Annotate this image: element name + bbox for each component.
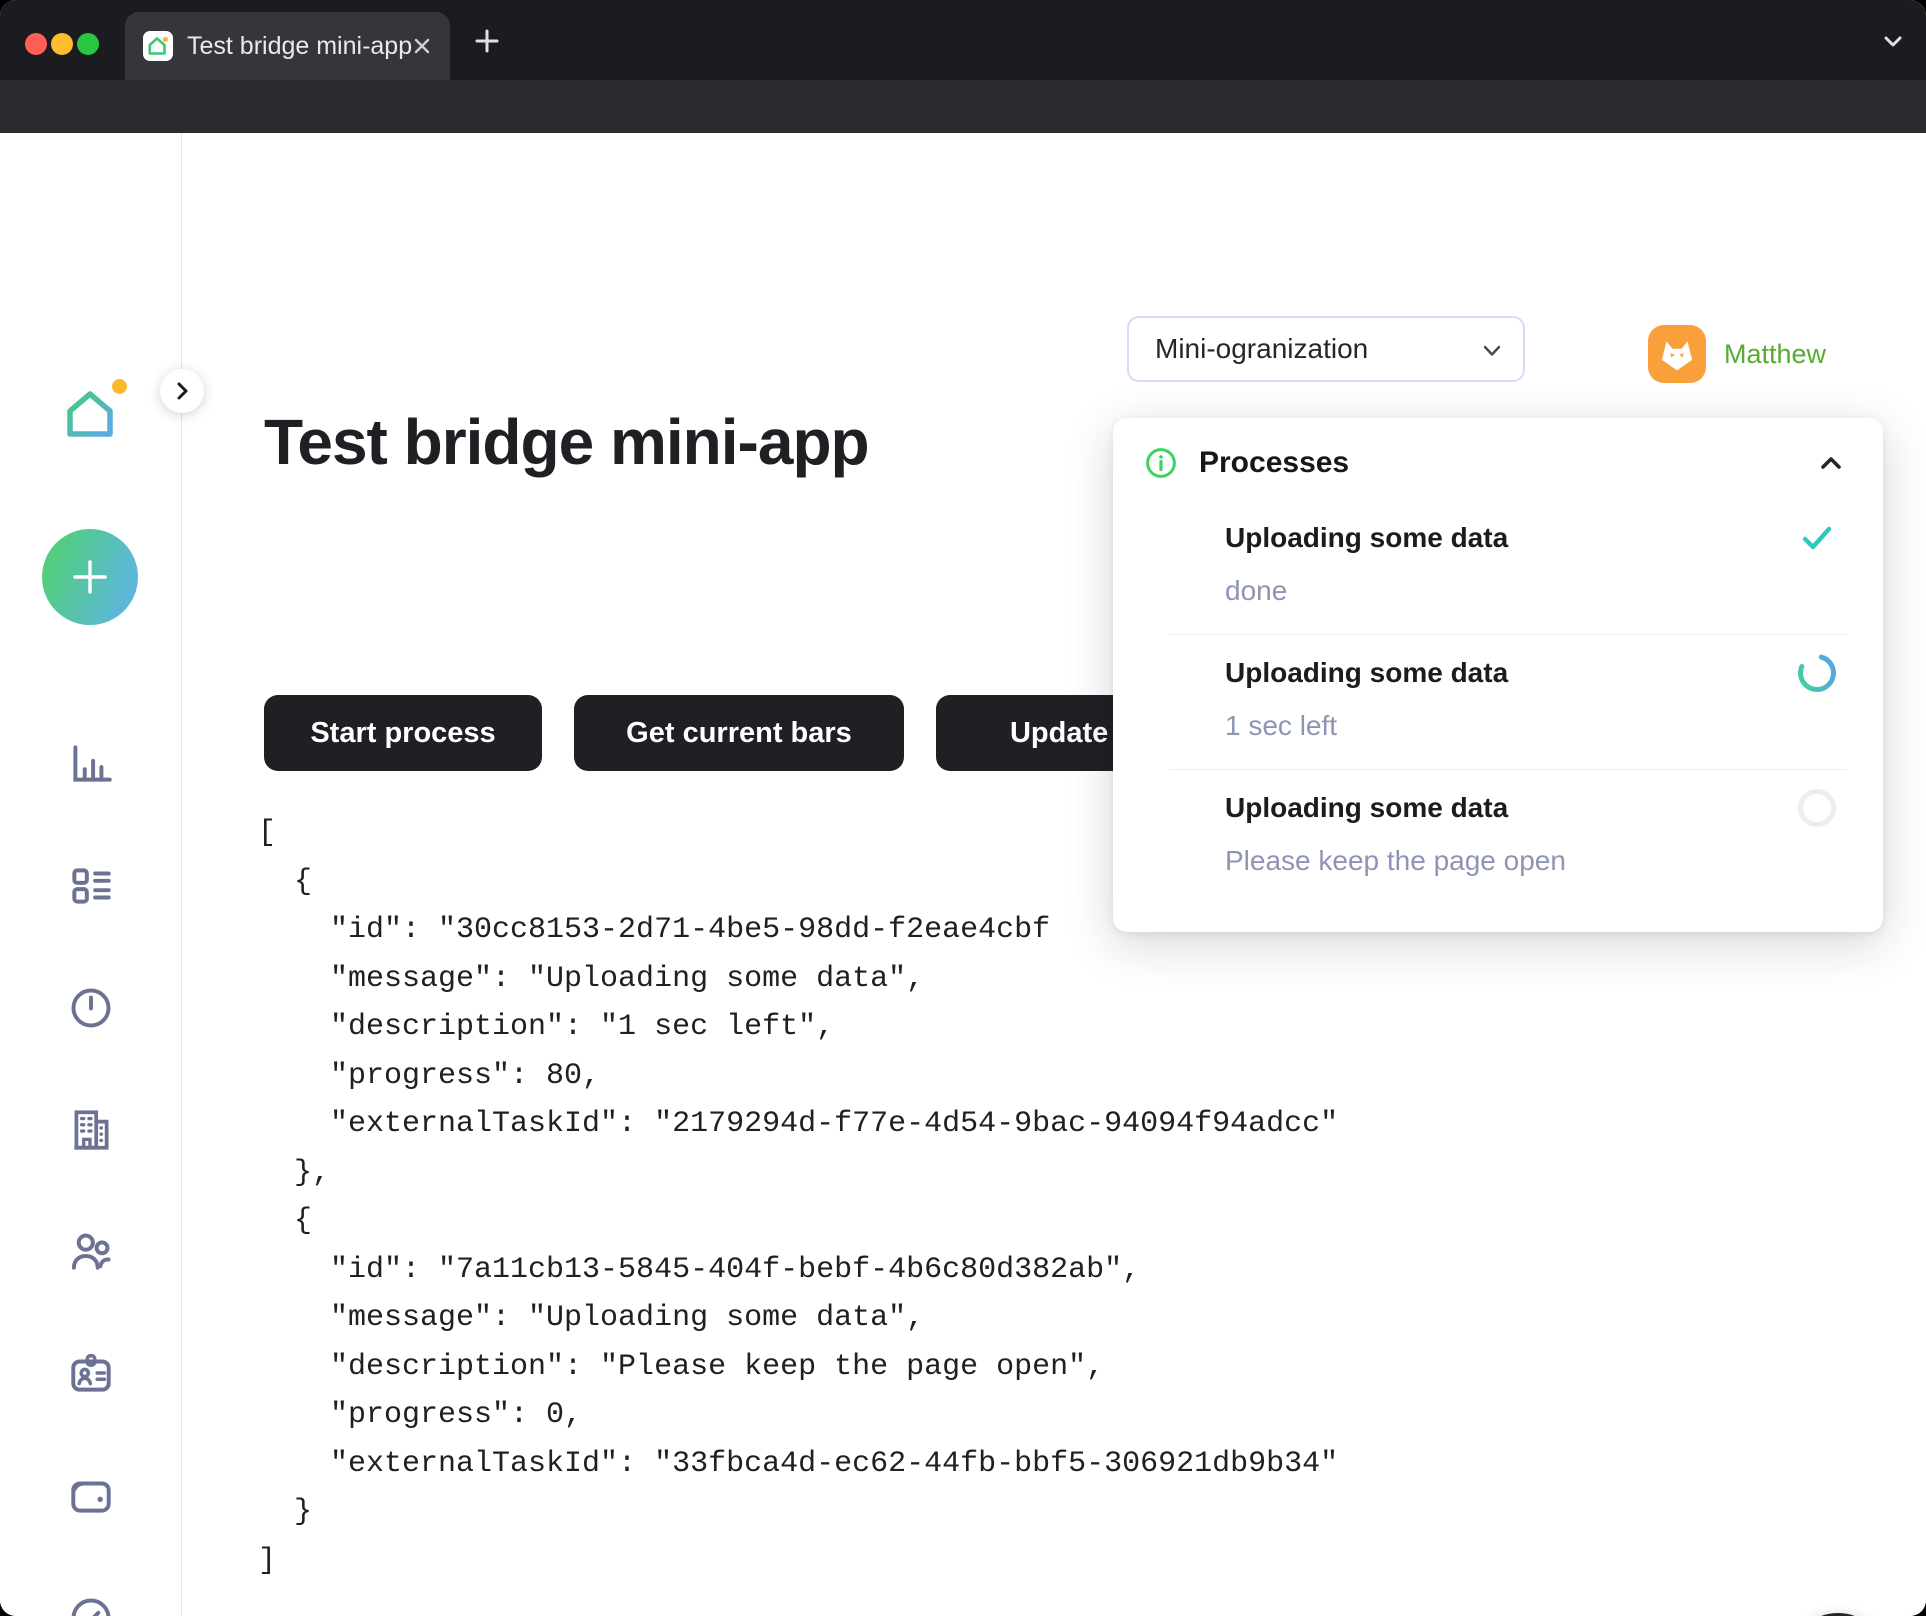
fox-avatar-icon (1656, 333, 1698, 375)
page-title: Test bridge mini-app (264, 405, 869, 479)
new-tab-button[interactable] (470, 24, 504, 58)
list-layout-icon (66, 861, 116, 911)
create-new-button[interactable] (42, 529, 138, 625)
browser-window: Test bridge mini-app condo.d.doma.ai/min… (0, 0, 1926, 1616)
sidebar-item-services[interactable] (64, 981, 118, 1035)
browser-tab[interactable]: Test bridge mini-app (125, 12, 450, 80)
sidebar-item-residents[interactable] (64, 1225, 118, 1279)
wallet-icon (66, 1471, 116, 1521)
id-badge-icon (66, 1349, 116, 1399)
process-title: Uploading some data (1225, 788, 1773, 828)
pending-circle-icon (1795, 786, 1839, 830)
collapse-chevron-up-icon[interactable] (1815, 447, 1847, 479)
users-icon (66, 1227, 116, 1277)
building-icon (66, 1105, 116, 1155)
chevron-down-icon (1477, 336, 1507, 371)
user-avatar (1648, 325, 1706, 383)
process-item: Uploading some data 1 sec left (1113, 635, 1883, 769)
process-subtitle: Please keep the page open (1225, 842, 1773, 880)
tab-strip: Test bridge mini-app (0, 0, 1926, 80)
sidebar-item-tasks[interactable] (64, 859, 118, 913)
tab-favicon-home-icon (143, 31, 173, 61)
macos-close-button[interactable] (25, 33, 47, 55)
user-name: Matthew (1724, 325, 1826, 383)
macos-minimize-button[interactable] (51, 33, 73, 55)
process-item: Uploading some data Please keep the page… (1113, 770, 1883, 904)
tab-close-icon[interactable] (408, 32, 436, 60)
sidebar-item-analytics[interactable] (64, 737, 118, 791)
sidebar-expand-button[interactable] (160, 369, 204, 413)
organization-select[interactable]: Mini-ogranization (1127, 316, 1525, 382)
power-icon (66, 983, 116, 1033)
sidebar-item-employees[interactable] (64, 1347, 118, 1401)
info-icon (1145, 447, 1177, 479)
check-icon (1795, 516, 1839, 560)
processes-panel-header: Processes (1113, 418, 1883, 500)
sidebar (0, 133, 182, 1616)
process-title: Uploading some data (1225, 518, 1773, 558)
processes-panel: Processes Uploading some data done Uploa… (1113, 418, 1883, 932)
processes-panel-title: Processes (1199, 446, 1349, 480)
browser-toolbar: condo.d.doma.ai/miniapps/a6314800-2fff-4… (0, 80, 1926, 133)
get-current-bars-button[interactable]: Get current bars (574, 695, 904, 771)
process-title: Uploading some data (1225, 653, 1773, 693)
home-logo-icon[interactable] (62, 387, 118, 448)
notification-dot (112, 379, 127, 394)
process-subtitle: done (1225, 572, 1773, 610)
macos-zoom-button[interactable] (77, 33, 99, 55)
plus-icon (67, 554, 113, 600)
process-subtitle: 1 sec left (1225, 707, 1773, 745)
bar-chart-icon (66, 739, 116, 789)
organization-select-value: Mini-ogranization (1155, 318, 1368, 380)
tab-title: Test bridge mini-app (187, 12, 412, 80)
tab-search-chevron-icon[interactable] (1878, 26, 1908, 56)
sidebar-item-billing[interactable] (64, 1469, 118, 1523)
gauge-icon (66, 1593, 116, 1616)
process-item: Uploading some data done (1113, 500, 1883, 634)
app-content: Mini-ogranization Matthew Test bridge mi… (0, 133, 1926, 1616)
sidebar-item-meters[interactable] (64, 1591, 118, 1616)
sidebar-item-properties[interactable] (64, 1103, 118, 1157)
start-process-button[interactable]: Start process (264, 695, 542, 771)
spinner-icon (1795, 651, 1839, 695)
